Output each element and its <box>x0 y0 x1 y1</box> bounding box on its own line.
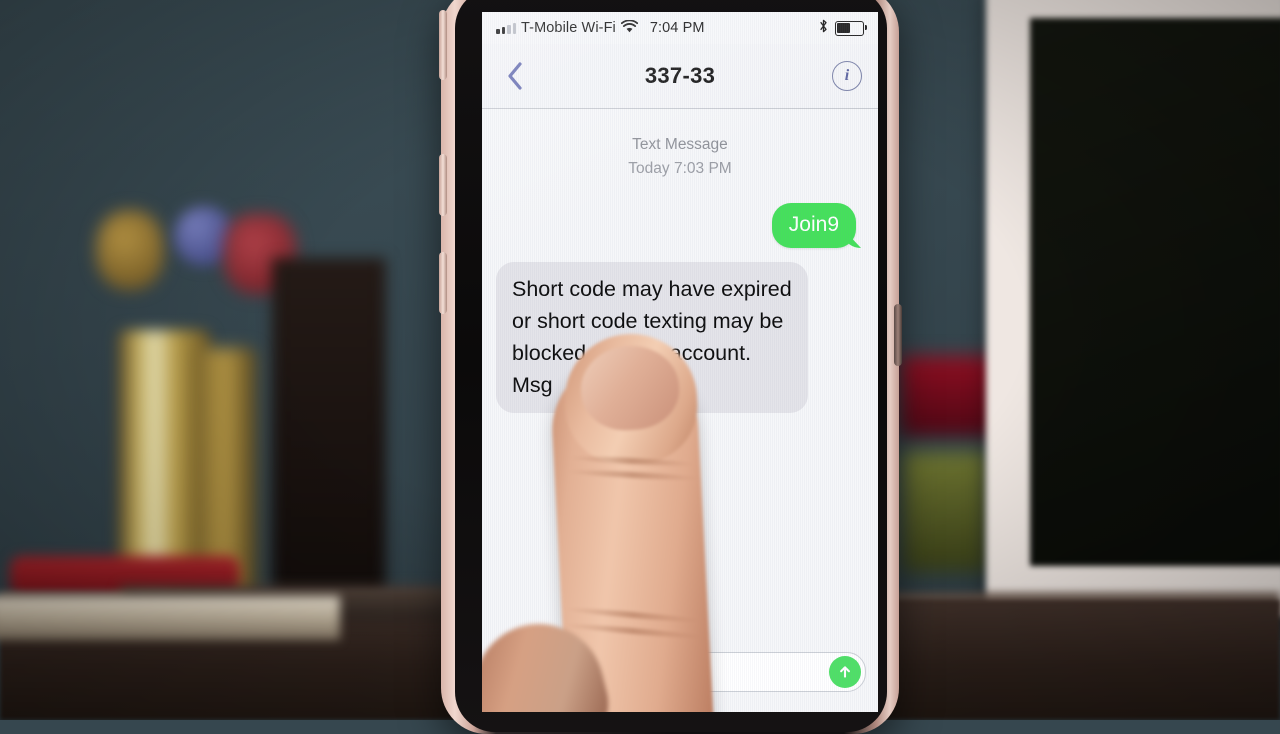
status-bar: T-Mobile Wi-Fi 7:04 PM <box>482 12 878 44</box>
message-row-outgoing: Join9 <box>496 203 864 249</box>
thread-timestamp: Text Message Today 7:03 PM <box>496 133 864 181</box>
signal-bars-icon <box>496 22 516 34</box>
message-row-incoming: Short code may have expired or short cod… <box>496 262 864 414</box>
info-circle-icon[interactable]: i <box>832 61 862 91</box>
volume-down-button[interactable] <box>439 252 447 314</box>
battery-icon <box>835 20 868 36</box>
back-button[interactable] <box>498 59 532 93</box>
send-button[interactable] <box>829 656 861 688</box>
volume-up-button[interactable] <box>439 154 447 216</box>
message-input[interactable]: Message <box>494 652 866 692</box>
status-bar-left: T-Mobile Wi-Fi 7:04 PM <box>496 19 705 37</box>
picture-frame-interior <box>1030 18 1280 566</box>
message-input-placeholder: Message <box>511 660 593 683</box>
desk-object-dark <box>272 258 386 598</box>
arrow-up-icon <box>840 666 850 678</box>
mute-switch[interactable] <box>439 10 447 80</box>
thread-timestamp-label: Text Message <box>632 136 728 153</box>
thread-timestamp-value: Today 7:03 PM <box>628 160 732 178</box>
green-object-right <box>902 452 988 572</box>
book-stack <box>0 596 340 640</box>
message-bubble-outgoing[interactable]: Join9 <box>771 203 856 249</box>
conversation-nav-bar: 337-33 i <box>482 44 878 109</box>
page-title: 337-33 <box>644 63 716 88</box>
power-button[interactable] <box>894 304 902 366</box>
message-bubble-incoming[interactable]: Short code may have expired or short cod… <box>496 262 808 414</box>
status-bar-right <box>819 19 868 37</box>
phone-device: T-Mobile Wi-Fi 7:04 PM 337-33 i Text Mes… <box>437 0 903 734</box>
carrier-label: T-Mobile Wi-Fi <box>521 20 616 36</box>
bluetooth-icon <box>819 19 828 37</box>
phone-screen: T-Mobile Wi-Fi 7:04 PM 337-33 i Text Mes… <box>482 12 878 712</box>
status-time: 7:04 PM <box>649 20 705 36</box>
message-thread[interactable]: Text Message Today 7:03 PM Join9 Short c… <box>482 133 878 705</box>
wifi-icon <box>620 19 638 37</box>
message-composer: Message <box>482 640 878 712</box>
desk-object-gold <box>96 210 164 290</box>
